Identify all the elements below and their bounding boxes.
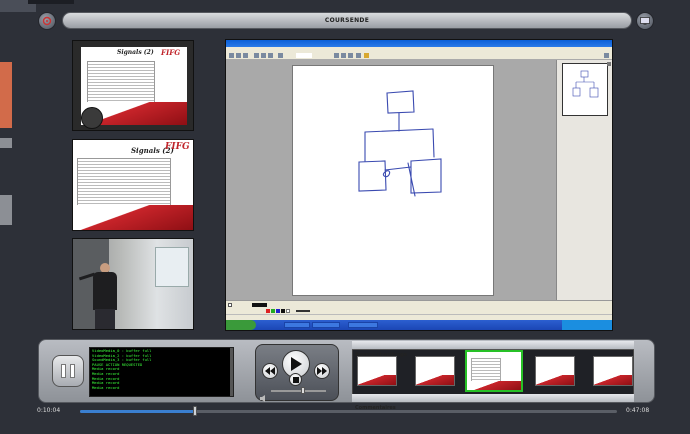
page-thumbnail[interactable] bbox=[562, 63, 608, 116]
os-taskbar bbox=[226, 320, 612, 330]
chapter-thumbnail-selected[interactable] bbox=[465, 350, 523, 392]
pause-button[interactable] bbox=[52, 355, 84, 387]
chapter-thumbnail[interactable] bbox=[593, 356, 633, 386]
volume-knob[interactable] bbox=[301, 387, 305, 394]
timeline-progress bbox=[80, 410, 196, 413]
system-tray bbox=[562, 320, 612, 330]
top-strip bbox=[28, 0, 74, 4]
side-panel-fragment bbox=[0, 195, 12, 225]
slide-logo: FIFG bbox=[161, 48, 181, 57]
rewind-icon bbox=[265, 367, 275, 375]
palette-toolbar bbox=[226, 300, 612, 314]
log-line: Media record bbox=[92, 384, 120, 390]
whiteboard-page[interactable] bbox=[292, 65, 494, 296]
pages-sidebar[interactable] bbox=[556, 60, 612, 300]
presenter-legs bbox=[95, 309, 115, 329]
screen-capture[interactable] bbox=[225, 39, 613, 331]
drawing-canvas[interactable] bbox=[226, 60, 556, 300]
timeline-knob[interactable] bbox=[193, 406, 198, 416]
app-title: COURSENDE bbox=[324, 17, 370, 24]
play-icon bbox=[291, 357, 302, 371]
stop-button[interactable] bbox=[289, 373, 302, 386]
pause-icon bbox=[61, 364, 66, 378]
slide-thumbnail[interactable]: Signals (2) FIFG bbox=[72, 139, 194, 231]
chapters-header: Aperçu chapitrage bbox=[352, 341, 634, 358]
timeline-track[interactable] bbox=[80, 410, 617, 413]
chapter-thumbnail[interactable] bbox=[415, 356, 455, 386]
presenter-camera[interactable] bbox=[72, 238, 194, 330]
volume-slider[interactable] bbox=[271, 390, 326, 392]
panel-icon bbox=[607, 62, 611, 66]
comments-header[interactable]: Commentaires bbox=[352, 394, 634, 411]
app-logo-button[interactable] bbox=[38, 12, 56, 30]
window-titlebar bbox=[226, 40, 612, 47]
current-time: 0:10:04 bbox=[37, 407, 61, 414]
chapter-thumbnail[interactable] bbox=[535, 356, 575, 386]
slide-title: Signals (2) bbox=[117, 49, 154, 56]
fast-forward-button[interactable] bbox=[314, 363, 330, 379]
camera-window bbox=[155, 247, 189, 287]
window-toolbar bbox=[226, 52, 612, 60]
event-log: VideoMedia_0 : buffer full VideoMedia_2 … bbox=[89, 347, 234, 397]
title-bar: COURSENDE bbox=[62, 12, 632, 29]
slide-thumbnail[interactable]: Signals (2) FIFG bbox=[72, 40, 194, 131]
fullscreen-button[interactable] bbox=[636, 12, 654, 30]
side-panel-fragment bbox=[0, 62, 12, 128]
total-time: 0:47:08 bbox=[626, 407, 650, 414]
presenter-video-inset bbox=[81, 107, 103, 129]
chapter-thumbnail[interactable] bbox=[357, 356, 397, 386]
slide-logo: FIFG bbox=[165, 142, 190, 152]
transport-controls bbox=[255, 344, 339, 402]
screen-icon bbox=[640, 17, 650, 25]
speaker-icon bbox=[260, 395, 265, 402]
page-thumbnail-diagram bbox=[572, 70, 599, 98]
handwritten-diagram bbox=[358, 90, 442, 197]
app-logo-icon bbox=[42, 16, 52, 26]
side-panel-fragment bbox=[0, 138, 12, 148]
stop-icon bbox=[292, 376, 299, 383]
fast-forward-icon bbox=[317, 367, 327, 375]
volume-button[interactable] bbox=[260, 387, 268, 406]
log-scrollbar[interactable] bbox=[230, 348, 233, 396]
presenter-body bbox=[93, 272, 117, 310]
start-button bbox=[226, 320, 256, 330]
rewind-button[interactable] bbox=[262, 363, 278, 379]
